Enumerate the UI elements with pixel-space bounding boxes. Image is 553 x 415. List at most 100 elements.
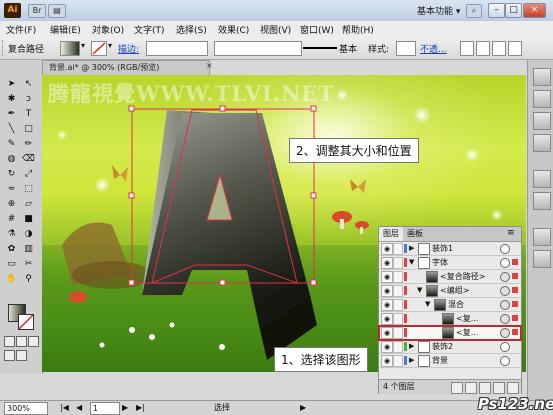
visibility-eye-icon[interactable]: ◉ — [381, 285, 393, 297]
layer-row[interactable]: ◉ ▼ <编组> — [379, 284, 521, 298]
color-panel-icon[interactable] — [533, 68, 551, 86]
layer-row[interactable]: ◉ ▼ 混合 — [379, 298, 521, 312]
symbol-sprayer-tool-icon[interactable]: ✿ — [5, 243, 18, 256]
layer-row[interactable]: ◉ ▶ 背景 — [379, 354, 521, 368]
page-field[interactable]: 1 — [90, 402, 120, 415]
gradient-tool-icon[interactable]: ■ — [22, 213, 35, 226]
rotate-tool-icon[interactable]: ↻ — [5, 168, 18, 181]
stroke-color-swatch[interactable] — [18, 314, 34, 330]
expand-toggle-icon[interactable]: ▶ — [409, 354, 414, 367]
target-circle-icon[interactable] — [500, 300, 510, 310]
selection-indicator[interactable] — [512, 357, 518, 363]
arrange-docs-icon[interactable]: ▤ — [48, 4, 66, 18]
menu-item-5[interactable]: 效果(C) — [218, 23, 249, 36]
visibility-eye-icon[interactable]: ◉ — [381, 257, 393, 269]
selection-indicator[interactable] — [512, 329, 518, 335]
search-icon[interactable]: ⌕ — [466, 4, 482, 18]
layer-row[interactable]: ◉ <复合路径> — [379, 270, 521, 284]
selection-indicator[interactable] — [512, 273, 518, 279]
expand-toggle-icon[interactable]: ▶ — [409, 242, 414, 255]
visibility-eye-icon[interactable]: ◉ — [381, 313, 393, 325]
lock-toggle[interactable] — [393, 271, 403, 283]
artboard-tool-icon[interactable]: ▭ — [5, 258, 18, 271]
rectangle-tool-icon[interactable]: □ — [22, 123, 35, 136]
fill-dropdown-icon[interactable]: ▾ — [81, 41, 89, 54]
layers-panel-menu-icon[interactable]: ≡ — [507, 228, 515, 238]
symbols-panel-icon[interactable] — [533, 134, 551, 152]
layer-row[interactable]: ◉ ▼ 字体 — [379, 256, 521, 270]
locate-object-icon[interactable] — [451, 382, 463, 394]
layer-row[interactable]: ◉ <复... — [378, 325, 522, 341]
clipping-mask-icon[interactable] — [465, 382, 477, 394]
graphic-styles-panel-icon[interactable] — [533, 250, 551, 268]
selection-indicator[interactable] — [512, 259, 518, 265]
line-tool-icon[interactable]: ╲ — [5, 123, 18, 136]
swatches-panel-icon[interactable] — [533, 90, 551, 108]
trash-icon[interactable] — [507, 382, 519, 394]
stroke-weight-input[interactable] — [146, 41, 208, 56]
paintbrush-tool-icon[interactable]: ✎ — [5, 138, 18, 151]
menu-item-1[interactable]: 编辑(E) — [50, 23, 81, 36]
blob-brush-tool-icon[interactable]: ◍ — [5, 153, 18, 166]
free-transform-tool-icon[interactable]: ⬚ — [22, 183, 35, 196]
expand-toggle-icon[interactable]: ▼ — [417, 284, 422, 297]
stroke-panel-icon[interactable] — [533, 170, 551, 188]
lock-toggle[interactable] — [393, 355, 403, 367]
mesh-tool-icon[interactable]: # — [5, 213, 18, 226]
hand-tool-icon[interactable]: ✋ — [5, 273, 18, 286]
target-circle-icon[interactable] — [500, 258, 510, 268]
layers-tab-1[interactable]: 画板 — [403, 227, 427, 241]
brushes-panel-icon[interactable] — [533, 112, 551, 130]
zoom-tool-icon[interactable]: ⚲ — [22, 273, 35, 286]
lock-toggle[interactable] — [393, 285, 403, 297]
close-button[interactable]: × — [523, 3, 546, 18]
new-layer-icon[interactable] — [493, 382, 505, 394]
expand-toggle-icon[interactable]: ▶ — [409, 340, 414, 353]
menu-item-2[interactable]: 对象(O) — [92, 23, 124, 36]
type-tool-icon[interactable]: T — [22, 108, 35, 121]
pencil-tool-icon[interactable]: ✏ — [22, 138, 35, 151]
graphic-style-swatch[interactable] — [396, 41, 416, 56]
brush-definition[interactable]: 基本 — [303, 41, 365, 55]
status-arrow-icon[interactable]: ▶ — [300, 401, 306, 415]
recolor-icon[interactable] — [460, 41, 474, 56]
prev-page-icon[interactable]: ◀ — [76, 401, 82, 415]
width-tool-icon[interactable]: ≈ — [5, 183, 18, 196]
workspace-switcher[interactable]: 基本功能 ▾ — [417, 4, 460, 17]
zoom-field[interactable]: 300% — [4, 402, 48, 415]
target-circle-icon[interactable] — [500, 244, 510, 254]
expand-toggle-icon[interactable]: ▼ — [425, 298, 430, 311]
selection-tool-icon[interactable]: ➤ — [5, 78, 18, 91]
selection-indicator[interactable] — [512, 315, 518, 321]
menu-item-6[interactable]: 视图(V) — [260, 23, 291, 36]
eraser-tool-icon[interactable]: ⌫ — [22, 153, 35, 166]
stroke-swatch[interactable] — [91, 41, 107, 56]
target-circle-icon[interactable] — [500, 314, 510, 324]
document-tab[interactable]: 背景.ai* @ 300% (RGB/预览) — [42, 60, 210, 75]
align-icon[interactable] — [476, 41, 490, 56]
layers-tab-0[interactable]: 图层 — [379, 227, 403, 241]
screen-mode-icon[interactable] — [16, 350, 27, 361]
new-sublayer-icon[interactable] — [479, 382, 491, 394]
visibility-eye-icon[interactable]: ◉ — [381, 341, 393, 353]
first-page-icon[interactable]: |◀ — [60, 401, 69, 415]
lock-toggle[interactable] — [393, 327, 403, 339]
menu-item-4[interactable]: 选择(S) — [176, 23, 207, 36]
selection-indicator[interactable] — [512, 245, 518, 251]
target-circle-icon[interactable] — [500, 272, 510, 282]
layer-row[interactable]: ◉ ▶ 装饰1 — [379, 242, 521, 256]
expand-toggle-icon[interactable]: ▼ — [409, 256, 414, 269]
lock-toggle[interactable] — [393, 257, 403, 269]
gradient-mode-icon[interactable] — [16, 336, 27, 347]
bridge-icon[interactable]: Br — [28, 4, 46, 18]
visibility-eye-icon[interactable]: ◉ — [381, 327, 393, 339]
menu-item-0[interactable]: 文件(F) — [6, 23, 36, 36]
draw-normal-icon[interactable] — [4, 350, 15, 361]
eyedropper-tool-icon[interactable]: ⚗ — [5, 228, 18, 241]
scale-tool-icon[interactable]: ⤢ — [22, 168, 35, 181]
stroke-label[interactable]: 描边: — [118, 42, 139, 55]
visibility-eye-icon[interactable]: ◉ — [381, 355, 393, 367]
visibility-eye-icon[interactable]: ◉ — [381, 271, 393, 283]
minimize-button[interactable]: – — [488, 3, 505, 18]
pen-tool-icon[interactable]: ✒ — [5, 108, 18, 121]
